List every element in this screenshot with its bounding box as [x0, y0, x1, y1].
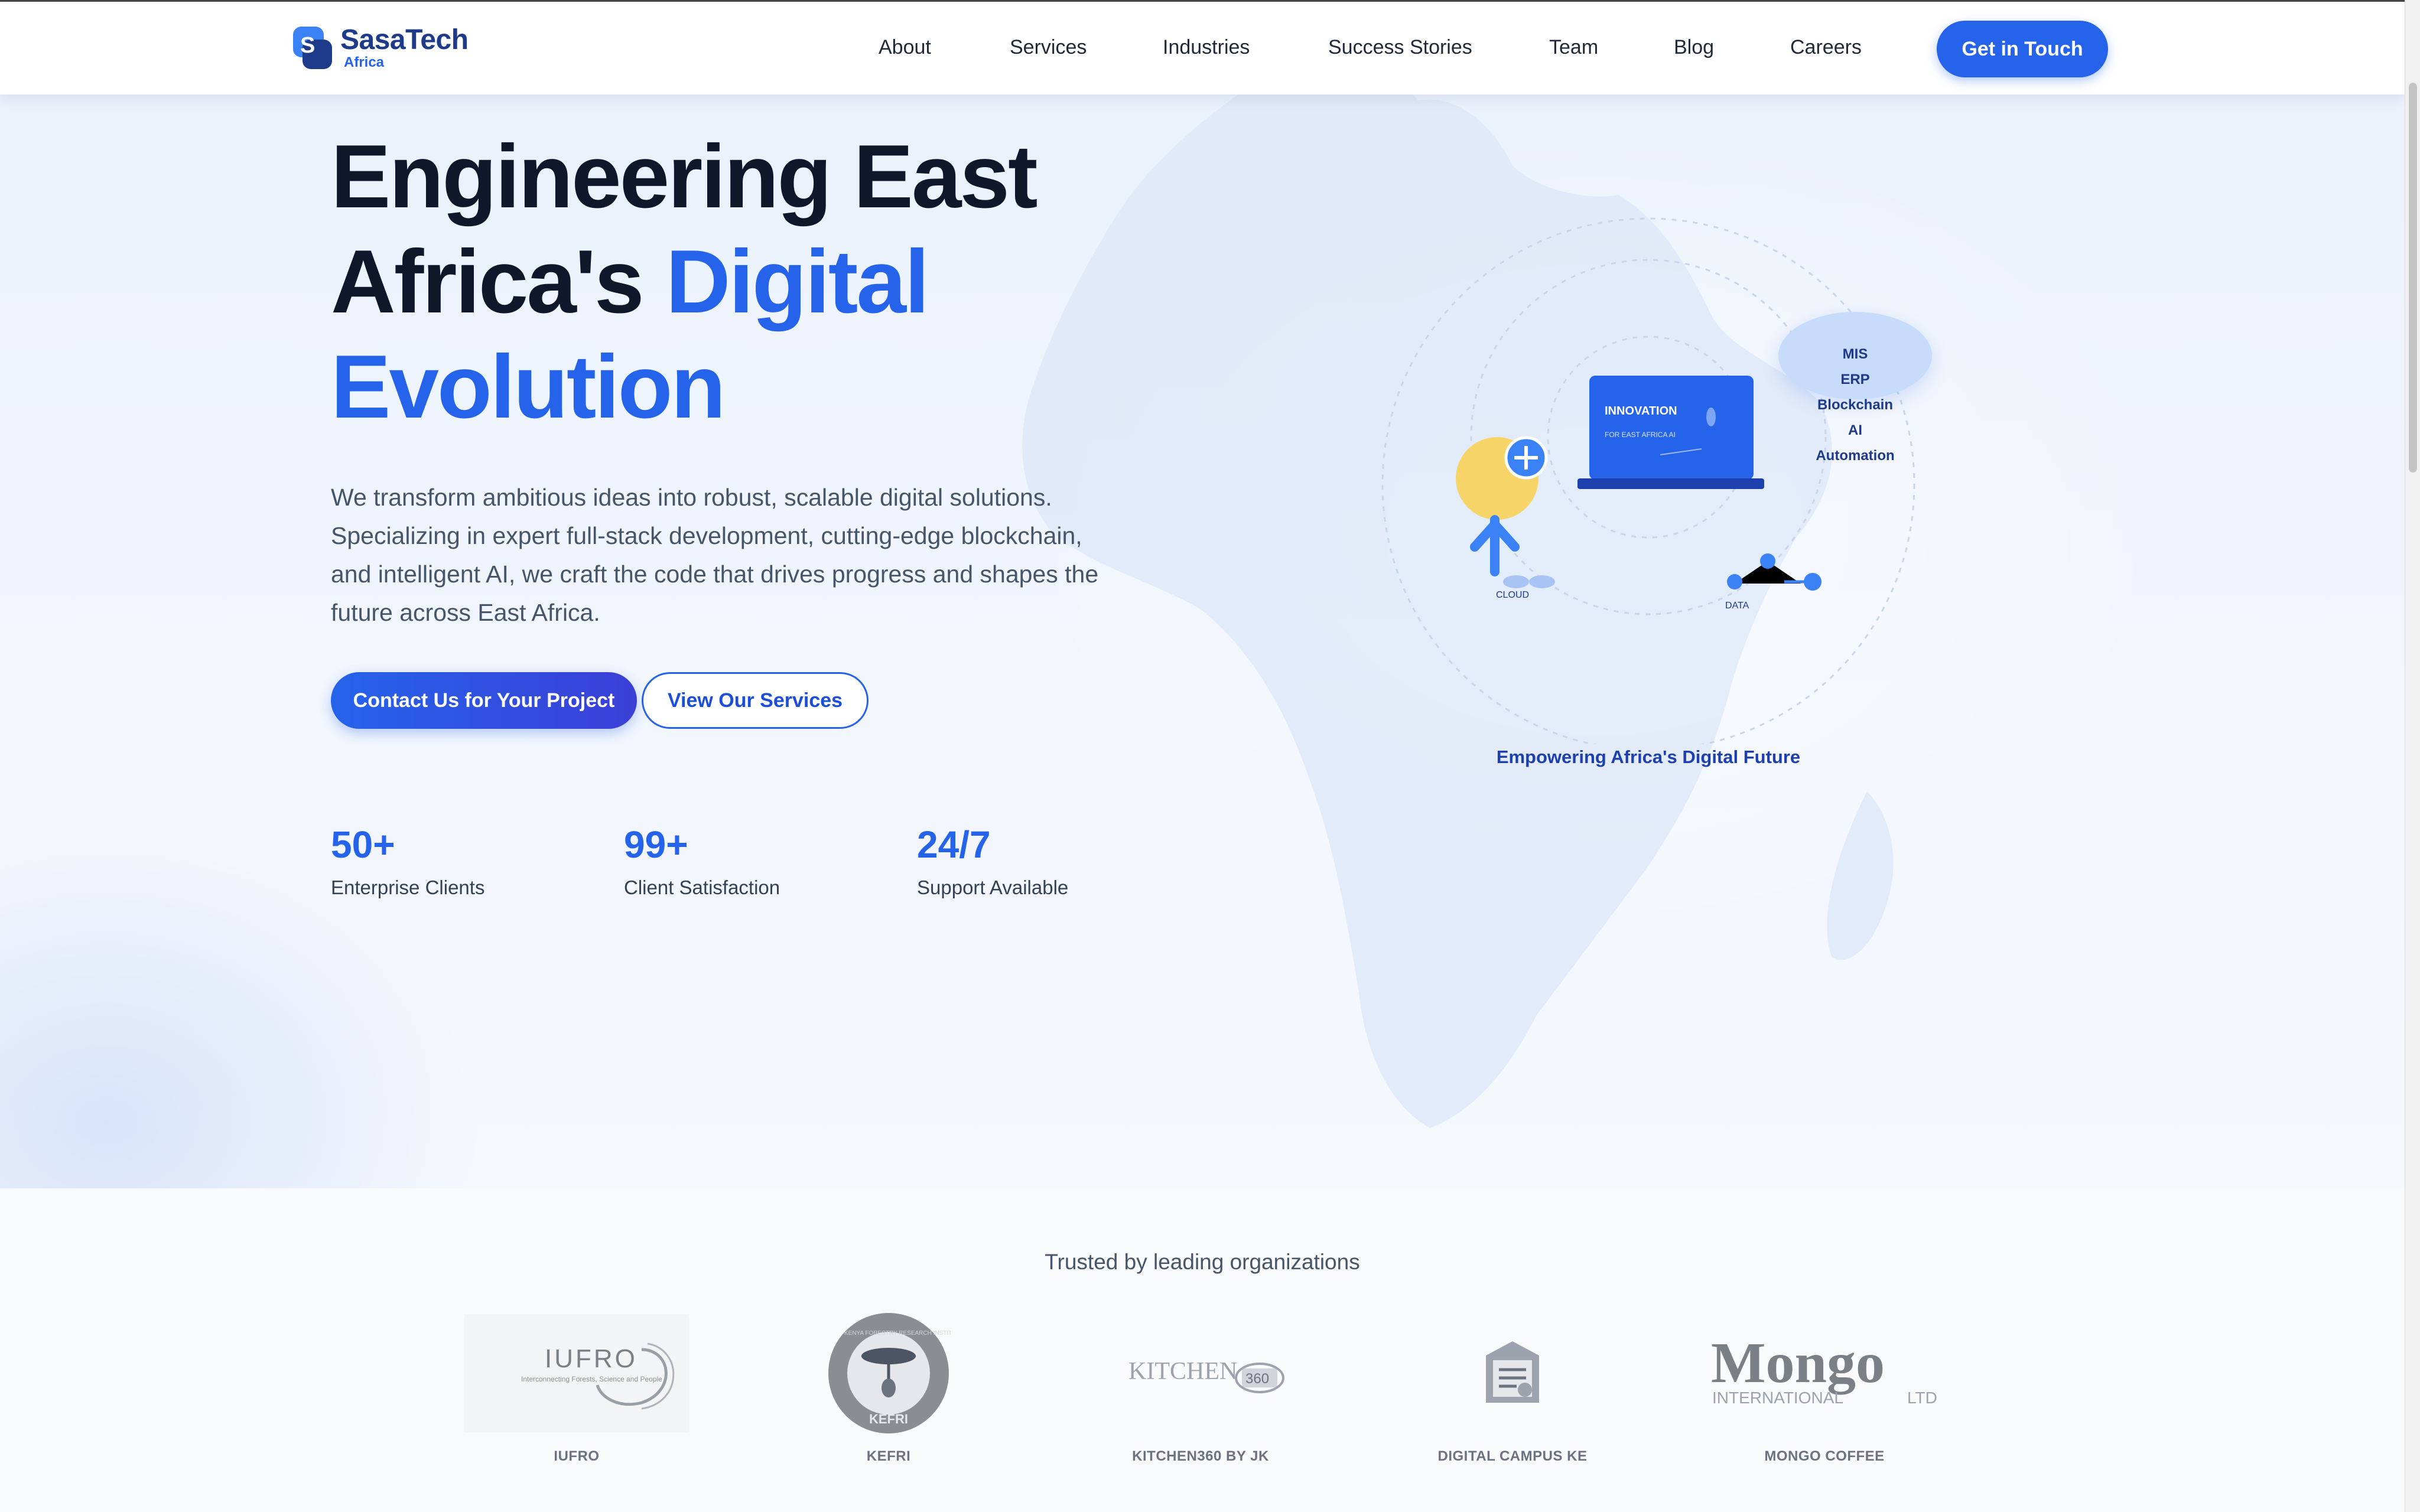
contact-us-button[interactable]: Contact Us for Your Project [331, 672, 637, 729]
svg-text:IUFRO: IUFRO [545, 1344, 637, 1373]
nav-link-success-stories[interactable]: Success Stories [1328, 36, 1472, 59]
tech-item: ERP [1840, 372, 1870, 387]
iufro-logo-image: IUFRO Interconnecting Forests, Science a… [464, 1314, 689, 1432]
illustration-caption: Empowering Africa's Digital Future [1496, 747, 1801, 767]
nav-link-services[interactable]: Services [1010, 36, 1087, 59]
org-name: IUFRO [554, 1448, 600, 1464]
page: S SasaTech Africa About Services Industr… [0, 0, 2405, 1512]
hero-title-accent-digital: Digital [665, 232, 929, 332]
stat-label: Enterprise Clients [331, 876, 485, 898]
nav-link-team[interactable]: Team [1549, 36, 1598, 59]
svg-text:KITCHEN: KITCHEN [1128, 1358, 1237, 1385]
digital-future-illustration: INNOVATION FOR EAST AFRICA AI CLOUD DATA [1381, 217, 1915, 744]
tech-item: Blockchain [1817, 397, 1894, 413]
certificate-icon [1486, 1341, 1539, 1403]
data-network-icon: DATA [1725, 553, 1821, 611]
stat-value: 50+ [331, 823, 395, 866]
tech-item: Automation [1816, 448, 1895, 464]
kitchen360-logo-image: KITCHEN 360 [1128, 1358, 1284, 1393]
nav-link-industries[interactable]: Industries [1163, 36, 1250, 59]
laptop-title: INNOVATION [1605, 405, 1677, 418]
stat-enterprise-clients: 50+ Enterprise Clients [331, 821, 484, 899]
cloud-label: CLOUD [1496, 590, 1529, 600]
kefri-logo: KEFRI KENYA FORESTRY RESEARCH INSTITUTE [765, 1311, 1013, 1435]
hero-title-accent-evolution: Evolution [331, 337, 726, 437]
cloud-upload-icon: CLOUD [1470, 515, 1555, 600]
tech-item: MIS [1842, 346, 1868, 362]
svg-text:Mongo: Mongo [1711, 1331, 1885, 1395]
org-mongo-coffee: Mongo INTERNATIONAL LTD MONGO COFFEE [1700, 1311, 1949, 1465]
org-digital-campus-ke: DIGITAL CAMPUS KE [1388, 1311, 1637, 1465]
org-name: KITCHEN360 BY JK [1132, 1448, 1269, 1464]
iufro-logo: IUFRO Interconnecting Forests, Science a… [453, 1311, 701, 1435]
stat-support-available: 24/7 Support Available [917, 821, 1068, 899]
nav-link-careers[interactable]: Careers [1790, 36, 1862, 59]
stat-value: 24/7 [917, 823, 991, 866]
org-kefri: KEFRI KENYA FORESTRY RESEARCH INSTITUTE … [765, 1311, 1013, 1465]
brand-name: SasaTech [340, 24, 469, 56]
svg-text:Interconnecting Forests, Scien: Interconnecting Forests, Science and Peo… [521, 1375, 662, 1383]
get-in-touch-button[interactable]: Get in Touch [1937, 21, 2108, 77]
brand-subtitle: Africa [344, 54, 385, 70]
svg-text:S: S [300, 33, 315, 58]
org-name: MONGO COFFEE [1764, 1448, 1885, 1464]
hero-title: Engineering East Africa's Digital Evolut… [331, 124, 1158, 439]
tech-item: AI [1848, 422, 1862, 438]
stat-label: Support Available [917, 876, 1069, 898]
sasatech-logo-icon: S [293, 27, 332, 69]
digital-campus-logo [1388, 1311, 1637, 1435]
vertical-scrollbar[interactable] [2405, 0, 2420, 1512]
svg-text:KEFRI: KEFRI [869, 1412, 908, 1426]
hero-title-line1: Engineering East [331, 126, 1038, 227]
svg-text:360: 360 [1245, 1371, 1269, 1387]
org-name: DIGITAL CAMPUS KE [1437, 1448, 1588, 1464]
scrollbar-thumb[interactable] [2409, 83, 2417, 472]
svg-text:LTD: LTD [1907, 1389, 1937, 1407]
data-label: DATA [1725, 601, 1749, 611]
trusted-title: Trusted by leading organizations [1045, 1250, 1360, 1274]
svg-text:INTERNATIONAL: INTERNATIONAL [1712, 1389, 1843, 1407]
stat-client-satisfaction: 99+ Client Satisfaction [624, 821, 780, 899]
hero-description: We transform ambitious ideas into robust… [331, 484, 1099, 626]
org-kitchen360: KITCHEN 360 KITCHEN360 BY JK [1076, 1311, 1325, 1465]
hero-title-line2: Africa's [331, 232, 666, 332]
mongo-logo: Mongo INTERNATIONAL LTD [1700, 1311, 1949, 1435]
nav-link-about[interactable]: About [879, 36, 931, 59]
nav-link-blog[interactable]: Blog [1674, 36, 1714, 59]
laptop-subtitle: FOR EAST AFRICA AI [1605, 431, 1676, 439]
laptop-icon: INNOVATION FOR EAST AFRICA AI [1577, 376, 1764, 489]
org-name: KEFRI [866, 1448, 911, 1464]
svg-text:KENYA FORESTRY RESEARCH INSTIT: KENYA FORESTRY RESEARCH INSTITUTE [844, 1330, 951, 1337]
stat-value: 99+ [624, 823, 688, 866]
mongo-logo-image: Mongo INTERNATIONAL LTD [1711, 1331, 1937, 1407]
brand-logo[interactable]: S SasaTech Africa [292, 24, 469, 71]
stat-label: Client Satisfaction [624, 876, 780, 898]
sun-plus-icon [1456, 436, 1548, 520]
kefri-logo-image: KEFRI KENYA FORESTRY RESEARCH INSTITUTE [828, 1313, 951, 1433]
tech-list: MIS ERP Blockchain AI Automation [1778, 341, 1932, 468]
navbar: S SasaTech Africa About Services Industr… [0, 0, 2405, 94]
kitchen360-logo: KITCHEN 360 [1076, 1311, 1325, 1435]
view-services-button[interactable]: View Our Services [642, 672, 869, 729]
org-iufro: IUFRO Interconnecting Forests, Science a… [453, 1311, 701, 1465]
